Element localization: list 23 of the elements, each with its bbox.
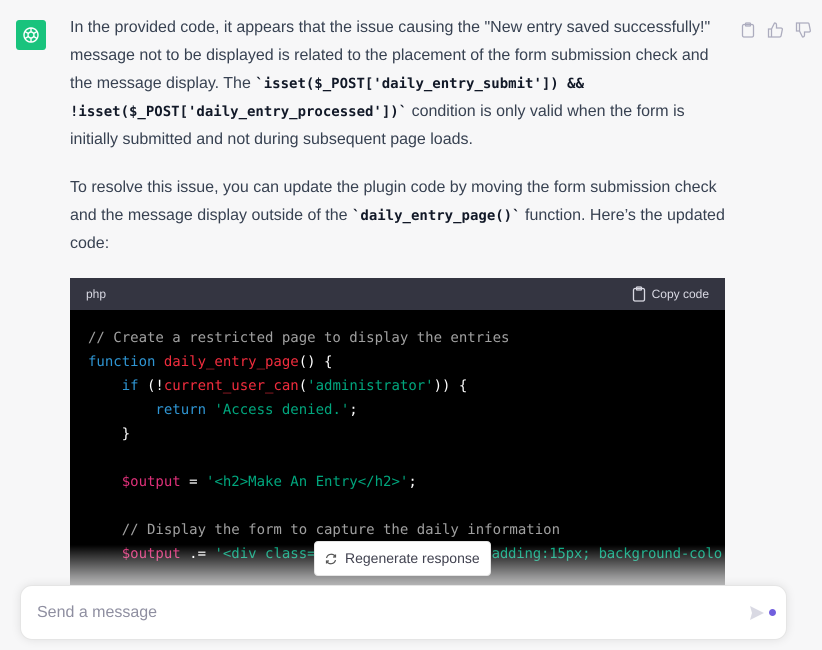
thumbs-down-icon[interactable] xyxy=(795,22,811,38)
code-line: if (!current_user_can('administrator')) { xyxy=(120,377,468,396)
code-line: $output = '<h2>Make An Entry</h2>'; xyxy=(120,473,418,492)
message-input[interactable]: Send a message xyxy=(20,585,787,640)
code-line: function daily_entry_page() { xyxy=(88,353,334,372)
code-line: } xyxy=(120,425,132,444)
code-line: // Display the form to capture the daily information xyxy=(120,521,562,540)
code-line-fragment: $output .= '<div class= xyxy=(120,546,316,562)
send-icon[interactable] xyxy=(749,604,765,620)
thumbs-up-icon[interactable] xyxy=(767,22,783,38)
message-input-field[interactable]: Send a message xyxy=(37,600,749,624)
code-line: return 'Access denied.'; xyxy=(154,401,359,420)
regenerate-button[interactable]: Regenerate response xyxy=(314,541,491,576)
assistant-avatar xyxy=(16,20,46,50)
message-paragraph: To resolve this issue, you can update the plugin code by moving the form submission check and the message display outside of the `daily_entry_page()` function. Here’s the updated code: xyxy=(70,178,725,254)
code-line-fragment: adding:15px; background-colo xyxy=(492,545,722,564)
clipboard-icon[interactable] xyxy=(741,22,755,38)
code-line: // Create a restricted page to display the entries xyxy=(88,329,510,348)
code-language: php xyxy=(86,286,106,303)
clipboard-icon xyxy=(632,286,646,302)
copy-code-button[interactable]: Copy code xyxy=(632,285,709,303)
refresh-icon xyxy=(325,552,337,564)
message-paragraph: In the provided code, it appears that the issue causing the "New entry saved successfully!" message not to be displayed is related to the placement of the form submission check and the message display. The `isset($_POST['daily_entry_submit']) && !isset($_POST['daily_entry_processed'])` condition is only valid when the form is initially submitted and not during subsequent page loads. xyxy=(70,18,712,150)
